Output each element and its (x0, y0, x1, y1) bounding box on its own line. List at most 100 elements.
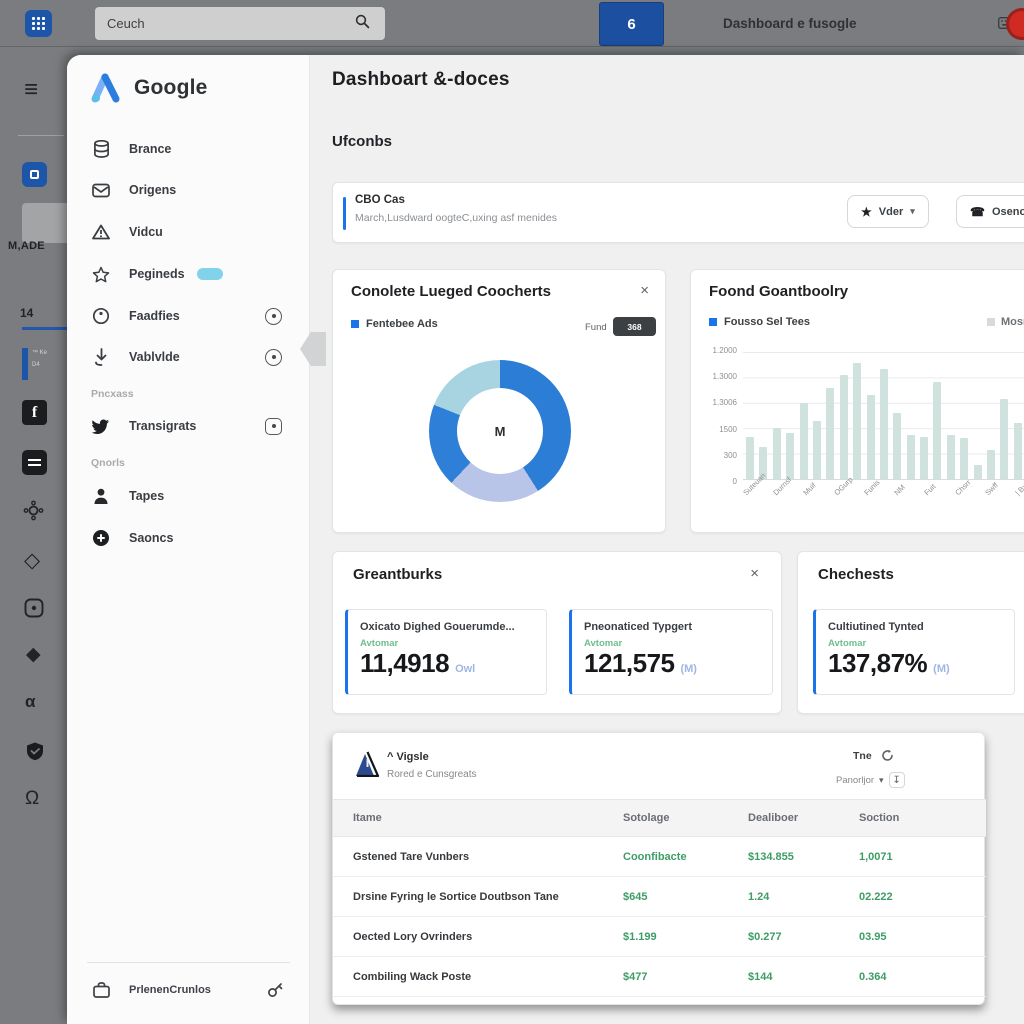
table-card: ^ Vigsle Rored e Cunsgreats Tne Panorljo… (332, 732, 985, 1005)
close-icon[interactable]: × (750, 565, 759, 582)
shield-icon[interactable] (25, 741, 45, 761)
metric-tile[interactable]: Cultiutined Tynted Avtomar 137,87%(M) (813, 609, 1015, 695)
bar-yticks: 1.20001.30001.300615003000 (691, 346, 737, 486)
bar (974, 465, 982, 479)
bar (773, 428, 781, 479)
cell-value: $134.855 (748, 851, 859, 863)
sidebar-item-pegineds[interactable]: Pegineds (79, 259, 299, 289)
apps-grid-icon[interactable] (25, 10, 52, 37)
fund-toggle-label[interactable]: Fund (585, 322, 607, 333)
tab-counter-button[interactable]: 6 (599, 2, 664, 46)
rail-accent-line (22, 327, 68, 330)
vder-dropdown-button[interactable]: ★ Vder ▾ (847, 195, 929, 228)
oseno-button[interactable]: ☎ Oseno (956, 195, 1024, 228)
cell-value: 03.95 (859, 931, 986, 943)
column-header[interactable]: Itame (353, 812, 623, 824)
briefcase-icon[interactable] (22, 450, 47, 475)
bar (840, 375, 848, 479)
legend-label: Fentebee Ads (366, 318, 438, 330)
column-header[interactable]: Dealiboer (748, 812, 859, 824)
metric-label: Cultiutined Tynted (828, 621, 1002, 633)
facebook-icon[interactable]: f (22, 400, 47, 425)
filter-label[interactable]: Panorljor (836, 775, 874, 786)
cell-value: Coonfibacte (623, 851, 748, 863)
rail-input-remnant (22, 203, 68, 243)
target-icon (91, 307, 111, 325)
person-rail-icon[interactable]: Ω (25, 789, 39, 808)
download-icon (91, 348, 111, 366)
table-row[interactable]: Combiling Wack Poste $477 $144 0.364 (333, 957, 986, 997)
menu-hamburger-icon[interactable]: ≡ (24, 78, 38, 102)
donut-center-label: M (429, 360, 571, 502)
brand[interactable]: Google (88, 70, 208, 106)
table-row[interactable]: Gstened Tare Vunbers Coonfibacte $134.85… (333, 837, 986, 877)
table-row[interactable]: Oected Lory Ovrinders $1.199 $0.277 03.9… (333, 917, 986, 957)
legend-marker (351, 320, 359, 328)
sidebar-footer-item[interactable]: PrlenenCrunlos (79, 975, 299, 1005)
bar (800, 403, 808, 479)
cell-name: Gstened Tare Vunbers (353, 851, 623, 863)
dark-badge[interactable]: 368 (613, 317, 656, 336)
sidebar-footer-label: PrlenenCrunlos (129, 984, 211, 996)
legend-label: Fousso Sel Tees (724, 316, 810, 328)
card-title: Greantburks (353, 566, 442, 583)
profile-avatar[interactable] (1006, 8, 1024, 40)
frame-icon[interactable] (24, 598, 44, 618)
legend-secondary: Mosronda (987, 316, 1024, 328)
diamond-icon[interactable]: ◆ (26, 645, 41, 664)
rail-app-icon[interactable] (22, 162, 47, 187)
sidebar-item-transigrats[interactable]: Transigrats (79, 411, 299, 441)
circle-info-icon[interactable] (265, 349, 282, 366)
rail-count-label: 14 (20, 306, 33, 320)
rail-micro-text-2: D4 (32, 362, 40, 368)
search-input[interactable] (95, 7, 385, 40)
cell-name: Drsine Fyring le Sortice Doutbson Tane (353, 891, 623, 903)
square-dot-icon[interactable] (265, 418, 282, 435)
cbo-title: CBO Cas (355, 194, 405, 206)
rail-workspace-label: M,ADE (8, 240, 68, 252)
gem-icon[interactable]: ◇ (24, 550, 40, 571)
sidebar-item-vidcu[interactable]: Vidcu (79, 217, 299, 247)
cbo-banner-card: CBO Cas March,Lusdward oogteC,uxing asf … (332, 182, 1024, 243)
column-header[interactable]: Soction (859, 812, 986, 824)
page-title: Dashboart &-doces (332, 69, 510, 91)
metric-label: Pneonaticed Typgert (584, 621, 760, 633)
search-icon[interactable] (355, 14, 370, 29)
circle-expand-icon[interactable] (265, 308, 282, 325)
rail-micro-text-1: ™ Ke (32, 350, 47, 356)
key-icon[interactable] (267, 982, 283, 998)
gear-icon[interactable] (23, 500, 44, 521)
warning-triangle-icon (91, 224, 111, 240)
sidebar: Google Brance Origens Vidcu (67, 55, 310, 1024)
bar (907, 435, 915, 479)
bar (746, 437, 754, 479)
section-title: Ufconbs (332, 133, 392, 150)
bar (920, 437, 928, 479)
sidebar-item-tapes[interactable]: Tapes (79, 481, 299, 511)
sidebar-item-origens[interactable]: Origens (79, 175, 299, 205)
close-icon[interactable]: × (640, 282, 649, 299)
sidebar-item-brance[interactable]: Brance (79, 134, 299, 164)
cell-name: Oected Lory Ovrinders (353, 931, 623, 943)
metric-value: 11,4918 (360, 648, 449, 678)
sidebar-item-saoncs[interactable]: Saoncs (79, 523, 299, 553)
dark-circle-icon (91, 529, 111, 547)
card-title: Conolete Lueged Coocherts (351, 283, 551, 300)
chevron-down-icon: ▾ (910, 206, 915, 217)
download-table-icon[interactable]: ↧ (889, 772, 905, 788)
refresh-icon[interactable] (881, 749, 894, 762)
sidebar-item-label: Saoncs (129, 531, 173, 545)
sidebar-item-faadfies[interactable]: Faadfies (79, 301, 299, 331)
table-row[interactable]: Drsine Fyring le Sortice Doutbson Tane $… (333, 877, 986, 917)
bar (1014, 423, 1022, 479)
cell-value: $477 (623, 971, 748, 983)
column-header[interactable]: Sotolage (623, 812, 748, 824)
legend: Fentebee Ads (351, 318, 438, 330)
metric-tile[interactable]: Pneonaticed Typgert Avtomar 121,575(M) (569, 609, 773, 695)
alpha-icon[interactable]: α (25, 693, 35, 710)
table-subtitle: Rored e Cunsgreats (387, 769, 477, 780)
bar (853, 363, 861, 479)
sidebar-item-vablvlde[interactable]: Vablvlde (79, 342, 299, 372)
metric-tile[interactable]: Oxicato Dighed Gouerumde... Avtomar 11,4… (345, 609, 547, 695)
bird-icon (91, 419, 111, 434)
